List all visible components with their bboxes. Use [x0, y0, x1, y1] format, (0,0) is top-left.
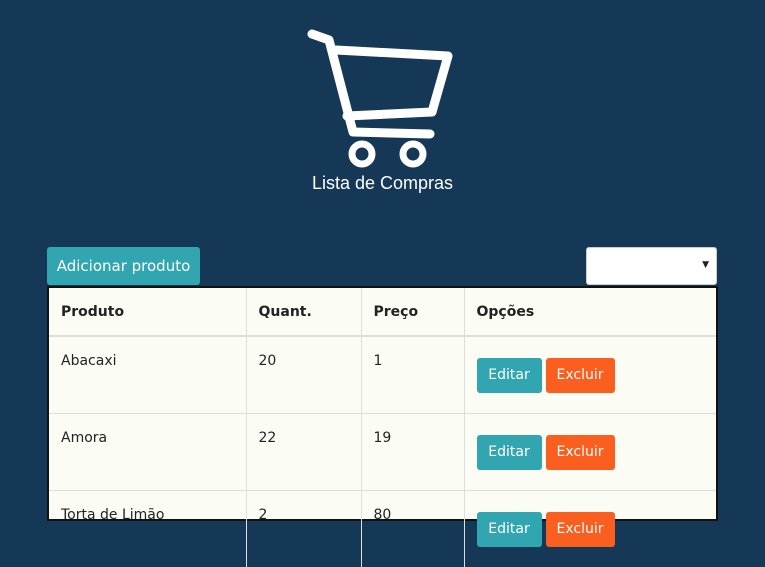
delete-button[interactable]: Excluir [546, 435, 615, 470]
cell-produto: Amora [49, 414, 246, 491]
cell-opcoes: EditarExcluir [464, 414, 716, 491]
add-product-button[interactable]: Adicionar produto [47, 247, 200, 285]
chevron-down-icon: ▼ [702, 260, 709, 270]
cell-quant: 22 [246, 414, 361, 491]
table-row: Torta de Limão 2 80 EditarExcluir [49, 491, 716, 567]
edit-button[interactable]: Editar [477, 512, 542, 547]
filter-select[interactable]: ▼ [586, 247, 717, 285]
cell-opcoes: EditarExcluir [464, 491, 716, 567]
cell-opcoes: EditarExcluir [464, 336, 716, 414]
cell-preco: 80 [361, 491, 464, 567]
cell-preco: 19 [361, 414, 464, 491]
column-header-opcoes: Opções [464, 288, 716, 336]
table-row: Abacaxi 20 1 EditarExcluir [49, 336, 716, 414]
edit-button[interactable]: Editar [477, 358, 542, 393]
app-title: Lista de Compras [0, 173, 765, 194]
edit-button[interactable]: Editar [477, 435, 542, 470]
delete-button[interactable]: Excluir [546, 512, 615, 547]
cell-quant: 20 [246, 336, 361, 414]
table-header-row: Produto Quant. Preço Opções [49, 288, 716, 336]
products-table: Produto Quant. Preço Opções Abacaxi 20 1… [47, 286, 718, 521]
column-header-preco: Preço [361, 288, 464, 336]
column-header-quant: Quant. [246, 288, 361, 336]
delete-button[interactable]: Excluir [546, 358, 615, 393]
table-row: Amora 22 19 EditarExcluir [49, 414, 716, 491]
cell-quant: 2 [246, 491, 361, 567]
cell-preco: 1 [361, 336, 464, 414]
cell-produto: Torta de Limão [49, 491, 246, 567]
column-header-produto: Produto [49, 288, 246, 336]
shopping-cart-icon [300, 26, 460, 171]
cell-produto: Abacaxi [49, 336, 246, 414]
